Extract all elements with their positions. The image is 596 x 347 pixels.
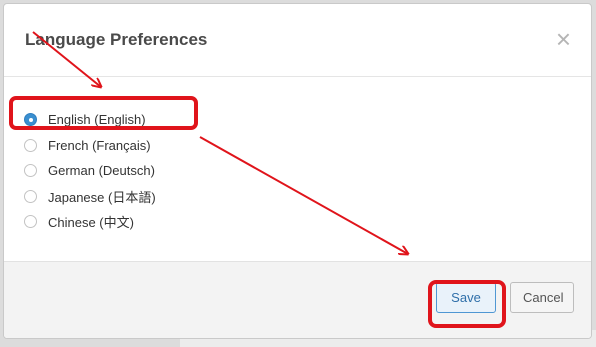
- language-option-japanese[interactable]: Japanese (日本語): [24, 184, 156, 210]
- dialog-header: Language Preferences ×: [4, 4, 591, 77]
- language-label: English (English): [48, 112, 146, 128]
- cancel-button[interactable]: Cancel: [510, 282, 574, 313]
- save-button[interactable]: Save: [436, 282, 496, 313]
- language-preferences-dialog: Language Preferences × English (English)…: [3, 3, 592, 339]
- radio-japanese[interactable]: [24, 189, 37, 203]
- language-label: German (Deutsch): [48, 163, 155, 179]
- radio-german[interactable]: [24, 164, 37, 178]
- dialog-title: Language Preferences: [25, 30, 208, 49]
- language-options: English (English) French (Français) Germ…: [24, 107, 156, 235]
- radio-english[interactable]: [24, 113, 37, 127]
- dialog-footer: Save Cancel: [4, 261, 591, 338]
- radio-french[interactable]: [24, 138, 37, 152]
- language-label: Chinese (中文): [48, 215, 134, 231]
- radio-chinese[interactable]: [24, 215, 37, 229]
- language-option-english[interactable]: English (English): [24, 107, 156, 133]
- language-option-chinese[interactable]: Chinese (中文): [24, 209, 156, 235]
- language-option-french[interactable]: French (Français): [24, 133, 156, 159]
- language-label: French (Français): [48, 137, 151, 153]
- language-label: Japanese (日本語): [48, 189, 156, 205]
- close-icon[interactable]: ×: [556, 26, 571, 52]
- language-option-german[interactable]: German (Deutsch): [24, 158, 156, 184]
